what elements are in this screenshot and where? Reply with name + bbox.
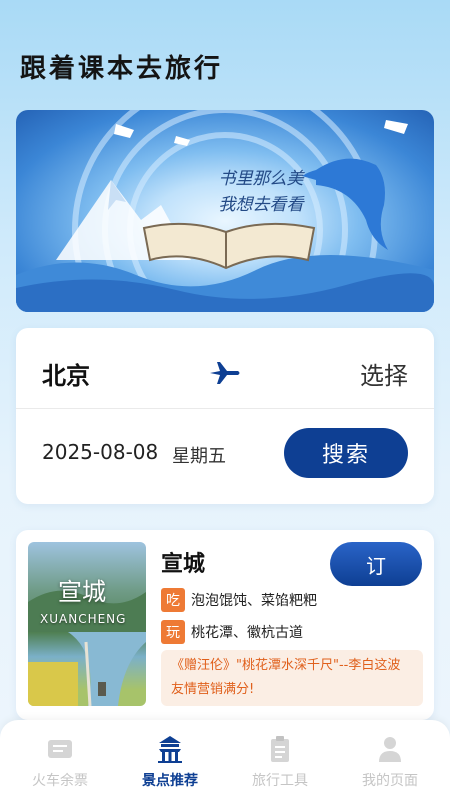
banner-slogan-line2: 我想去看看 — [218, 195, 304, 215]
spot-name: 宣城 — [161, 552, 206, 577]
tab-train-tickets[interactable]: 火车余票 — [4, 734, 116, 790]
travel-weekday: 星期五 — [172, 446, 226, 467]
tab-label-mine: 我的页面 — [362, 773, 418, 789]
card-divider — [16, 408, 434, 409]
attraction-tag-row: 玩 桃花潭、徽杭古道 — [161, 620, 303, 644]
select-destination-button[interactable]: 选择 — [360, 356, 408, 391]
tab-label-train: 火车余票 — [32, 773, 88, 789]
tab-my-page[interactable]: 我的页面 — [334, 734, 446, 790]
page-title: 跟着课本去旅行 — [20, 54, 224, 84]
thumbnail-city-pinyin: XUANCHENG — [40, 612, 127, 626]
train-ticket-icon — [48, 740, 72, 758]
departure-city[interactable]: 北京 — [42, 356, 90, 391]
clipboard-icon — [271, 736, 289, 762]
tab-attractions[interactable]: 景点推荐 — [114, 734, 226, 790]
banner-slogan-line1: 书里那么美 — [218, 169, 304, 189]
bottom-tab-bar: 火车余票 景点推荐 旅行工具 我的页面 — [0, 720, 450, 800]
tab-label-attractions: 景点推荐 — [142, 773, 198, 789]
travel-date[interactable]: 2025-08-08 — [42, 440, 158, 464]
spot-card[interactable]: 宣城 XUANCHENG 宣城 订 吃 泡泡馄饨、菜馅粑粑 玩 桃花潭、徽杭古道… — [16, 530, 434, 720]
play-text: 桃花潭、徽杭古道 — [191, 625, 303, 641]
play-badge: 玩 — [161, 620, 185, 644]
airplane-icon — [210, 362, 240, 384]
poem-quote: 《赠汪伦》"桃花潭水深千尺"--李白这波友情营销满分! — [161, 650, 423, 706]
tab-travel-tools[interactable]: 旅行工具 — [224, 734, 336, 790]
thumbnail-city-name: 宣城 — [58, 578, 106, 606]
spot-thumbnail: 宣城 XUANCHENG — [28, 542, 146, 706]
food-badge: 吃 — [161, 588, 185, 612]
food-tag-row: 吃 泡泡馄饨、菜馅粑粑 — [161, 588, 317, 612]
user-icon — [379, 737, 401, 762]
tab-label-tools: 旅行工具 — [252, 773, 308, 789]
temple-icon — [158, 736, 182, 763]
trip-search-card: 北京 选择 2025-08-08 星期五 搜索 — [16, 328, 434, 504]
book-button[interactable]: 订 — [330, 542, 422, 586]
food-text: 泡泡馄饨、菜馅粑粑 — [191, 593, 317, 609]
search-button[interactable]: 搜索 — [284, 428, 408, 478]
promo-banner[interactable]: 书里那么美 我想去看看 — [16, 110, 434, 312]
